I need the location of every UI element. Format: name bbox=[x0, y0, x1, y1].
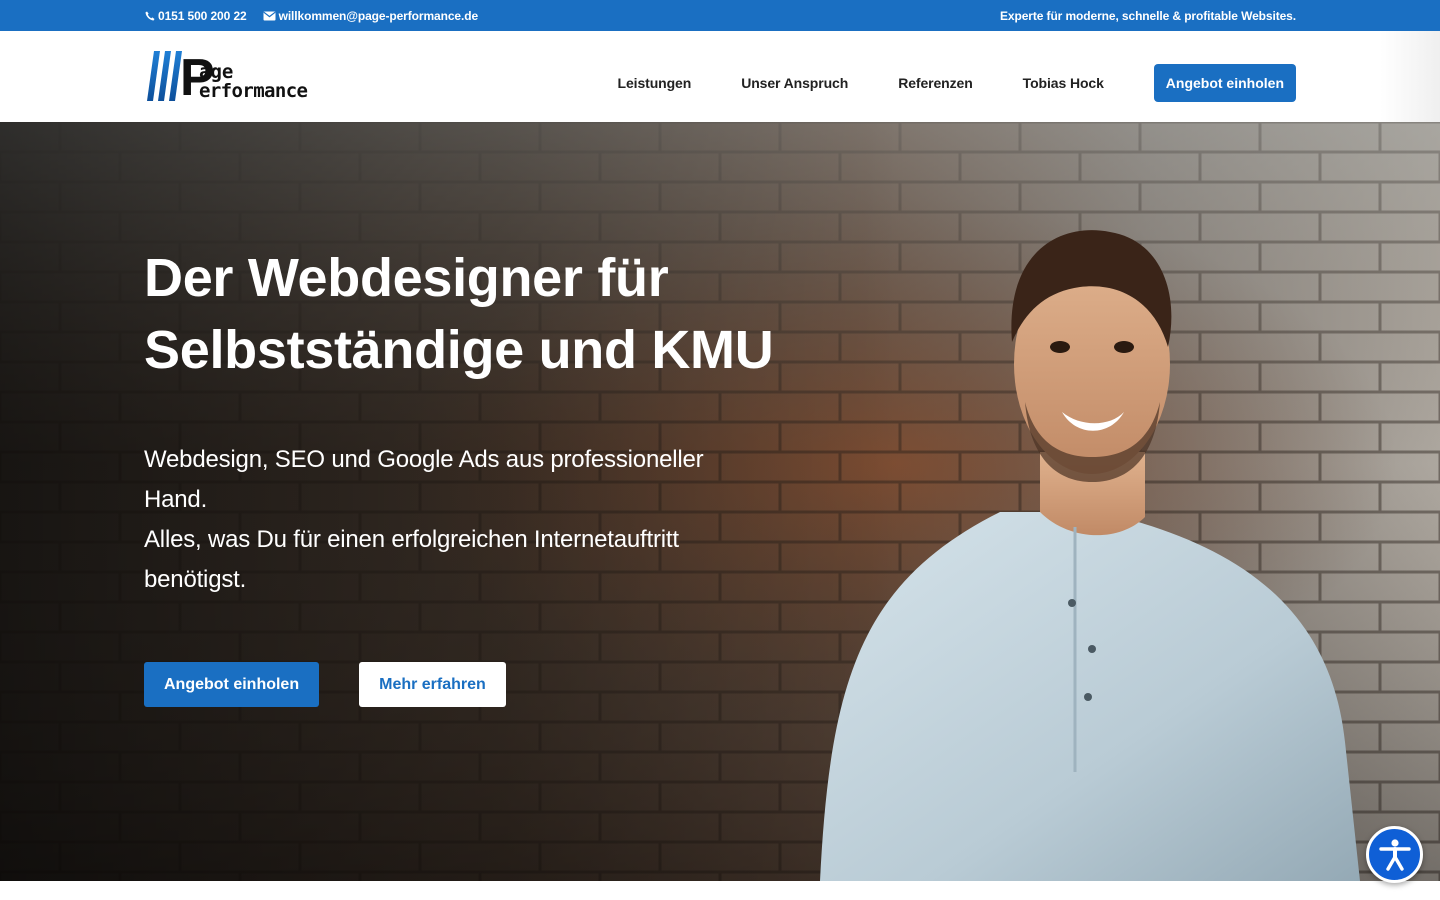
hero-buttons: Angebot einholen Mehr erfahren bbox=[144, 662, 506, 707]
top-contact-bar: 0151 500 200 22 willkommen@page-performa… bbox=[0, 0, 1440, 31]
hero-title: Der Webdesigner für Selbstständige und K… bbox=[144, 242, 824, 386]
email-address: willkommen@page-performance.de bbox=[278, 8, 479, 23]
mail-icon bbox=[263, 11, 276, 20]
nav-item-referenzen[interactable]: Referenzen bbox=[898, 75, 973, 91]
contact-info: 0151 500 200 22 willkommen@page-performa… bbox=[145, 0, 478, 31]
accessibility-button[interactable] bbox=[1366, 826, 1423, 883]
hero-offer-button[interactable]: Angebot einholen bbox=[144, 662, 320, 707]
site-logo[interactable]: P age erformance bbox=[146, 51, 316, 104]
hero-learn-more-button[interactable]: Mehr erfahren bbox=[359, 662, 506, 707]
header-edge-shadow bbox=[1380, 31, 1440, 122]
hero-title-line-1: Der Webdesigner für bbox=[144, 248, 669, 308]
nav-item-unser-anspruch[interactable]: Unser Anspruch bbox=[741, 75, 848, 91]
hero-content: Der Webdesigner für Selbstständige und K… bbox=[144, 242, 824, 600]
hero-subtitle-line-2: Alles, was Du für einen erfolgreichen In… bbox=[144, 526, 679, 593]
phone-number: 0151 500 200 22 bbox=[158, 8, 247, 23]
nav-item-tobias-hock[interactable]: Tobias Hock bbox=[1023, 75, 1104, 91]
nav-cta-button[interactable]: Angebot einholen bbox=[1153, 64, 1296, 102]
next-section-edge bbox=[0, 881, 1440, 900]
logo-word-performance: erformance bbox=[199, 80, 308, 102]
site-header: P age erformance Leistungen Unser Anspru… bbox=[0, 31, 1440, 122]
phone-link[interactable]: 0151 500 200 22 bbox=[145, 9, 247, 23]
hero-section: Der Webdesigner für Selbstständige und K… bbox=[0, 122, 1440, 881]
hero-title-line-2: Selbstständige und KMU bbox=[144, 320, 774, 380]
email-link[interactable]: willkommen@page-performance.de bbox=[263, 9, 478, 23]
top-tagline: Experte für moderne, schnelle & profitab… bbox=[1000, 8, 1296, 23]
hero-subtitle: Webdesign, SEO und Google Ads aus profes… bbox=[144, 440, 744, 600]
nav-item-leistungen[interactable]: Leistungen bbox=[618, 75, 692, 91]
hero-subtitle-line-1: Webdesign, SEO und Google Ads aus profes… bbox=[144, 446, 704, 513]
accessibility-icon bbox=[1378, 838, 1411, 871]
main-navigation: Leistungen Unser Anspruch Referenzen Tob… bbox=[618, 64, 1296, 102]
phone-icon bbox=[145, 11, 155, 20]
